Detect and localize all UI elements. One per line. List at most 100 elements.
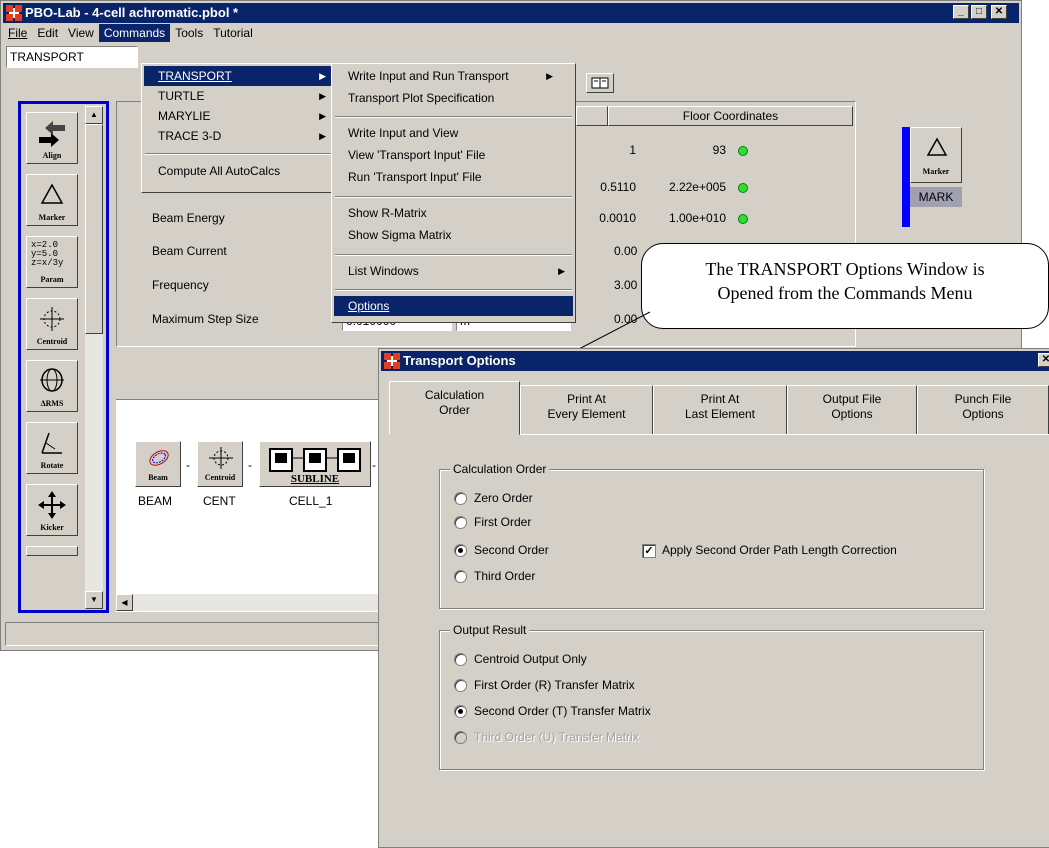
output-result-group: Output Result Centroid Output Only First… — [439, 623, 984, 770]
radio-dot — [454, 653, 467, 666]
help-book-icon[interactable] — [586, 73, 614, 93]
centroid-element-button[interactable]: Centroid — [197, 441, 243, 487]
menu-separator — [335, 254, 572, 256]
menu-item-write-input-run[interactable]: Write Input and Run Transport ▶ — [334, 66, 573, 86]
menu-tools[interactable]: Tools — [170, 24, 208, 42]
menu-item-show-r-matrix[interactable]: Show R-Matrix — [334, 203, 573, 223]
palette-param-button[interactable]: x=2.0 y=5.0 z=x/3y Param — [26, 236, 78, 288]
tab-label: Print At — [567, 392, 606, 406]
tab-label: Options — [831, 407, 873, 421]
submenu-arrow-icon: ▶ — [319, 111, 326, 121]
radio-centroid-output[interactable]: Centroid Output Only — [454, 649, 587, 669]
tab-print-last-element[interactable]: Print At Last Element — [653, 385, 787, 435]
param-label-beam-current: Beam Current — [152, 244, 227, 258]
menu-item-run-input-file[interactable]: Run 'Transport Input' File — [334, 167, 573, 187]
menu-item-list-windows[interactable]: List Windows ▶ — [334, 261, 573, 281]
param-label-max-step: Maximum Step Size — [152, 312, 259, 326]
palette-next-button[interactable] — [26, 546, 78, 556]
floor-coordinates-tab[interactable]: Floor Coordinates — [608, 106, 853, 126]
palette-kicker-button[interactable]: Kicker — [26, 484, 78, 536]
submenu-arrow-icon: ▶ — [546, 71, 553, 81]
menu-item-options[interactable]: Options — [334, 296, 573, 316]
palette-centroid-button[interactable]: Centroid — [26, 298, 78, 350]
scroll-up-arrow-icon[interactable]: ▲ — [85, 106, 103, 124]
palette-label: Rotate — [40, 461, 64, 470]
checkbox-label: Apply Second Order Path Length Correctio… — [662, 543, 897, 557]
transport-submenu: Write Input and Run Transport ▶ Transport… — [331, 63, 576, 323]
radio-dot — [454, 516, 467, 529]
maximize-button[interactable]: □ — [971, 5, 987, 19]
menu-item-trace3d[interactable]: TRACE 3-D ▶ — [144, 126, 334, 146]
submenu-arrow-icon: ▶ — [558, 266, 565, 276]
param-icon-line: z=x/3y — [31, 258, 64, 268]
pbo-lab-app-icon — [384, 353, 400, 369]
palette-scrollbar[interactable]: ▲ ▼ — [85, 106, 103, 609]
radio-label: Centroid Output Only — [474, 652, 587, 666]
menu-item-turtle[interactable]: TURTLE ▶ — [144, 86, 334, 106]
menu-item-view-input-file[interactable]: View 'Transport Input' File — [334, 145, 573, 165]
beamline-element-name: CELL_1 — [289, 494, 333, 508]
beam-ellipse-icon — [149, 450, 169, 466]
value-cell: 0.0010 — [599, 211, 636, 225]
palette-label: Marker — [38, 213, 66, 222]
tab-punch-file-options[interactable]: Punch File Options — [917, 385, 1049, 435]
close-button[interactable]: ✕ — [1038, 353, 1049, 367]
element-icon-label: Centroid — [204, 473, 236, 482]
radio-zero-order[interactable]: Zero Order — [454, 488, 533, 508]
toolbar-combo-value: TRANSPORT — [10, 50, 84, 64]
beam-element-button[interactable]: Beam — [135, 441, 181, 487]
menu-item-marylie[interactable]: MARYLIE ▶ — [144, 106, 334, 126]
radio-third-order[interactable]: Third Order — [454, 566, 535, 586]
palette-delta-rms-button[interactable]: ΔRMS — [26, 360, 78, 412]
menu-item-plot-specification[interactable]: Transport Plot Specification — [334, 88, 573, 108]
checkmark-icon: ✓ — [642, 544, 656, 558]
element-palette: ▲ ▼ Align Marker x=2.0 y=5.0 z=x/3y Para… — [18, 101, 109, 613]
subline-element-button[interactable]: SUBLINE — [259, 441, 371, 487]
scroll-left-arrow-icon[interactable]: ◀ — [116, 594, 133, 611]
param-label-beam-energy: Beam Energy — [152, 211, 225, 225]
marker-button-label: Marker — [922, 167, 950, 176]
tab-label: Output File — [822, 392, 882, 406]
main-title-bar[interactable]: PBO-Lab - 4-cell achromatic.pbol * _ □ ✕ — [3, 3, 1019, 23]
scroll-down-arrow-icon[interactable]: ▼ — [85, 591, 103, 609]
menu-file[interactable]: File — [3, 24, 32, 42]
beamline-scrollbar[interactable]: ◀ — [116, 594, 381, 611]
radio-first-order-r-matrix[interactable]: First Order (R) Transfer Matrix — [454, 675, 635, 695]
palette-label: Kicker — [40, 523, 64, 532]
radio-label: First Order (R) Transfer Matrix — [474, 678, 635, 692]
centroid-icon — [209, 447, 233, 469]
palette-align-button[interactable]: Align — [26, 112, 78, 164]
beamline-element-name: BEAM — [138, 494, 173, 508]
menu-edit[interactable]: Edit — [32, 24, 63, 42]
menu-item-write-input-view[interactable]: Write Input and View — [334, 123, 573, 143]
minimize-button[interactable]: _ — [953, 5, 969, 19]
menu-item-show-sigma-matrix[interactable]: Show Sigma Matrix — [334, 225, 573, 245]
radio-third-order-u-matrix: Third Order (U) Transfer Matrix — [454, 727, 639, 747]
scroll-thumb[interactable] — [85, 124, 103, 334]
menu-view[interactable]: View — [63, 24, 99, 42]
tab-print-every-element[interactable]: Print At Every Element — [520, 385, 653, 435]
radio-second-order[interactable]: Second Order — [454, 540, 549, 560]
delta-rms-icon — [40, 368, 64, 392]
tab-output-file-options[interactable]: Output File Options — [787, 385, 917, 435]
radio-second-order-t-matrix[interactable]: Second Order (T) Transfer Matrix — [454, 701, 651, 721]
menu-item-compute-autocalcs[interactable]: Compute All AutoCalcs — [144, 161, 334, 181]
marker-element-button[interactable]: Marker — [910, 127, 962, 183]
palette-label: Align — [42, 151, 62, 160]
path-length-correction-checkbox[interactable]: ✓ Apply Second Order Path Length Correcti… — [642, 540, 897, 560]
close-button[interactable]: ✕ — [991, 5, 1007, 19]
menu-item-transport[interactable]: TRANSPORT ▶ — [144, 66, 334, 86]
main-window-title: PBO-Lab - 4-cell achromatic.pbol * — [25, 5, 239, 20]
menu-separator — [335, 196, 572, 198]
radio-label: Second Order (T) Transfer Matrix — [474, 704, 651, 718]
menu-tutorial[interactable]: Tutorial — [208, 24, 258, 42]
options-title-bar[interactable]: Transport Options ✕ — [381, 351, 1049, 371]
tab-calculation-order[interactable]: Calculation Order — [389, 381, 520, 435]
palette-marker-button[interactable]: Marker — [26, 174, 78, 226]
connector-dash: - — [248, 458, 252, 472]
tab-label: Options — [962, 407, 1004, 421]
palette-rotate-button[interactable]: Rotate — [26, 422, 78, 474]
toolbar-combo[interactable]: TRANSPORT — [6, 46, 138, 68]
menu-commands[interactable]: Commands — [98, 24, 171, 42]
radio-first-order[interactable]: First Order — [454, 512, 531, 532]
